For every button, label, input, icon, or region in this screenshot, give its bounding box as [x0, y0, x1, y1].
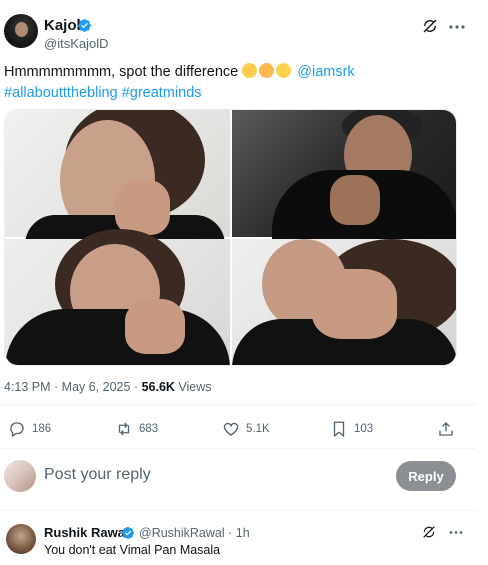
- tweet-meta: 4:13 PM · May 6, 2025 · 56.6K Views: [4, 380, 212, 394]
- current-user-avatar[interactable]: [4, 460, 36, 492]
- author-name[interactable]: Kajol: [44, 17, 81, 34]
- rofl-emoji: [276, 63, 292, 78]
- like-action[interactable]: 5.1K: [222, 420, 270, 438]
- repost-action[interactable]: 683: [115, 420, 158, 438]
- photo-2[interactable]: [232, 110, 456, 240]
- photo-grid: [4, 109, 457, 366]
- share-action[interactable]: [437, 420, 455, 438]
- divider: [0, 404, 476, 405]
- repost-icon: [118, 422, 130, 436]
- view-count: 56.6K: [141, 380, 175, 394]
- repost-count: 683: [139, 423, 159, 435]
- photo-4[interactable]: [232, 239, 456, 365]
- hashtag-link[interactable]: #greatminds: [122, 85, 202, 101]
- commenter-avatar[interactable]: [6, 524, 36, 554]
- reply-count: 186: [32, 423, 52, 435]
- timestamp[interactable]: 4:13 PM · May 6, 2025 ·: [4, 380, 142, 394]
- divider: [0, 448, 476, 449]
- grok-icon[interactable]: [421, 17, 439, 35]
- monocle-face-emoji: [242, 63, 258, 78]
- heart-icon: [223, 422, 239, 436]
- grok-icon[interactable]: [421, 524, 437, 540]
- author-handle[interactable]: @itsKajolD: [44, 36, 109, 51]
- verified-badge-icon: [122, 527, 134, 539]
- reply-action[interactable]: 186: [8, 420, 51, 438]
- tweet-text: Hmmmmmmmm, spot the difference @iamsrk #…: [4, 62, 474, 104]
- reply-input[interactable]: Post your reply: [44, 466, 151, 484]
- photo-1[interactable]: [5, 110, 230, 245]
- hashtag-link[interactable]: #allabouttthebling: [4, 85, 118, 101]
- reply-button[interactable]: Reply: [396, 461, 456, 491]
- bookmark-count: 103: [354, 423, 374, 435]
- views-label: Views: [174, 380, 212, 394]
- comment-text: You don't eat Vimal Pan Masala: [44, 543, 221, 557]
- author-avatar[interactable]: [4, 14, 38, 48]
- divider: [0, 510, 476, 511]
- photo-3[interactable]: [5, 229, 230, 365]
- commenter-name[interactable]: Rushik Rawal: [44, 525, 129, 540]
- mention-link[interactable]: @iamsrk: [297, 64, 354, 80]
- winking-tongue-emoji: [259, 63, 275, 78]
- commenter-handle[interactable]: @RushikRawal · 1h: [139, 526, 250, 540]
- bookmark-icon: [333, 421, 345, 438]
- tweet-body: Hmmmmmmmm, spot the difference: [4, 64, 239, 80]
- share-icon: [439, 422, 453, 436]
- more-options-icon[interactable]: [448, 530, 464, 535]
- like-count: 5.1K: [246, 423, 270, 435]
- bookmark-action[interactable]: 103: [330, 420, 373, 438]
- more-options-icon[interactable]: [448, 24, 466, 30]
- reply-icon: [10, 422, 24, 437]
- verified-badge-icon: [78, 19, 91, 32]
